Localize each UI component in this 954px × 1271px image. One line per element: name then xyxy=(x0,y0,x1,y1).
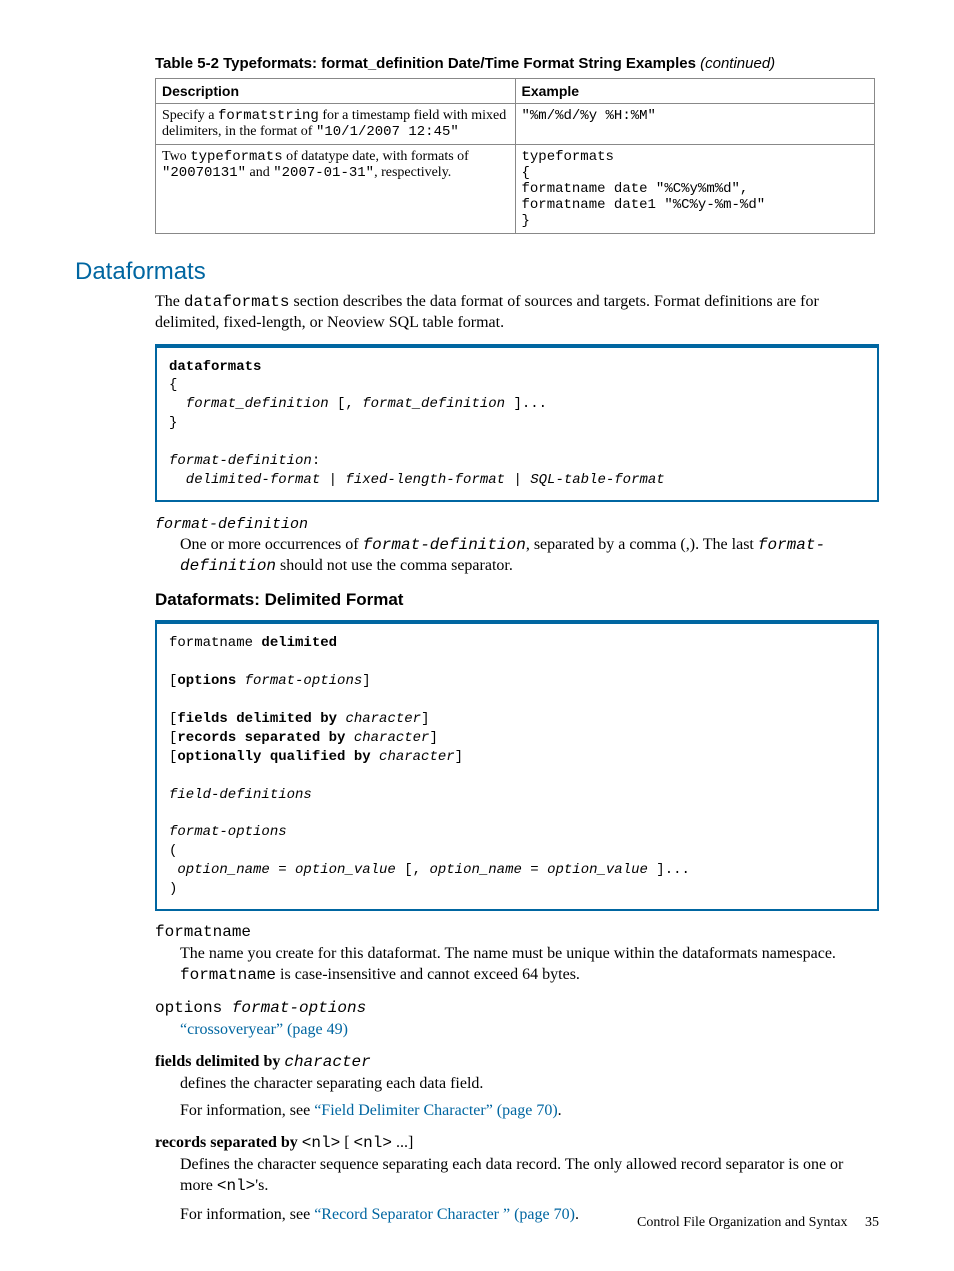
section-heading-dataformats: Dataformats xyxy=(75,258,879,286)
page-number: 35 xyxy=(865,1215,879,1230)
caption-continued: (continued) xyxy=(700,55,775,72)
td-example: typeformats { formatname date "%C%y%m%d"… xyxy=(515,145,875,234)
term-fields-delimited-by: fields delimited by character xyxy=(155,1053,879,1071)
table-header-row: Description Example xyxy=(156,79,875,104)
typeformats-table: Description Example Specify a formatstri… xyxy=(155,78,875,234)
td-description: Specify a formatstring for a timestamp f… xyxy=(156,104,516,145)
term-options: options format-options xyxy=(155,999,879,1017)
link-field-delimiter[interactable]: “Field Delimiter Character” (page 70) xyxy=(314,1102,557,1119)
th-example: Example xyxy=(515,79,875,104)
table-row: Specify a formatstring for a timestamp f… xyxy=(156,104,875,145)
term-records-separated-by: records separated by <nl> [ <nl> ...] xyxy=(155,1134,879,1152)
link-crossoveryear[interactable]: “crossoveryear” (page 49) xyxy=(180,1021,348,1038)
td-example: "%m/%d/%y %H:%M" xyxy=(515,104,875,145)
footer-text: Control File Organization and Syntax xyxy=(637,1215,848,1230)
term-formatname: formatname xyxy=(155,923,879,941)
section-intro: The dataformats section describes the da… xyxy=(155,292,879,334)
term-body: “crossoveryear” (page 49) xyxy=(180,1019,879,1041)
link-record-separator[interactable]: “Record Separator Character ” (page 70) xyxy=(314,1206,575,1223)
term-body: The name you create for this dataformat.… xyxy=(180,943,879,987)
caption-text: Table 5-2 Typeformats: format_definition… xyxy=(155,55,696,72)
td-description: Two typeformats of datatype date, with f… xyxy=(156,145,516,234)
term-body: For information, see “Field Delimiter Ch… xyxy=(180,1100,879,1122)
th-description: Description xyxy=(156,79,516,104)
table-caption: Table 5-2 Typeformats: format_definition… xyxy=(155,55,879,72)
syntax-box-dataformats: dataformats { format_definition [, forma… xyxy=(155,344,879,502)
term-format-definition: format-definition xyxy=(155,516,879,533)
subheading-delimited: Dataformats: Delimited Format xyxy=(155,590,879,610)
term-body: One or more occurrences of format-defini… xyxy=(180,535,879,577)
page-footer: Control File Organization and Syntax 35 xyxy=(637,1215,879,1231)
table-row: Two typeformats of datatype date, with f… xyxy=(156,145,875,234)
syntax-box-delimited: formatname delimited [options format-opt… xyxy=(155,620,879,910)
term-body: Defines the character sequence separatin… xyxy=(180,1154,879,1198)
term-body: defines the character separating each da… xyxy=(180,1073,879,1095)
